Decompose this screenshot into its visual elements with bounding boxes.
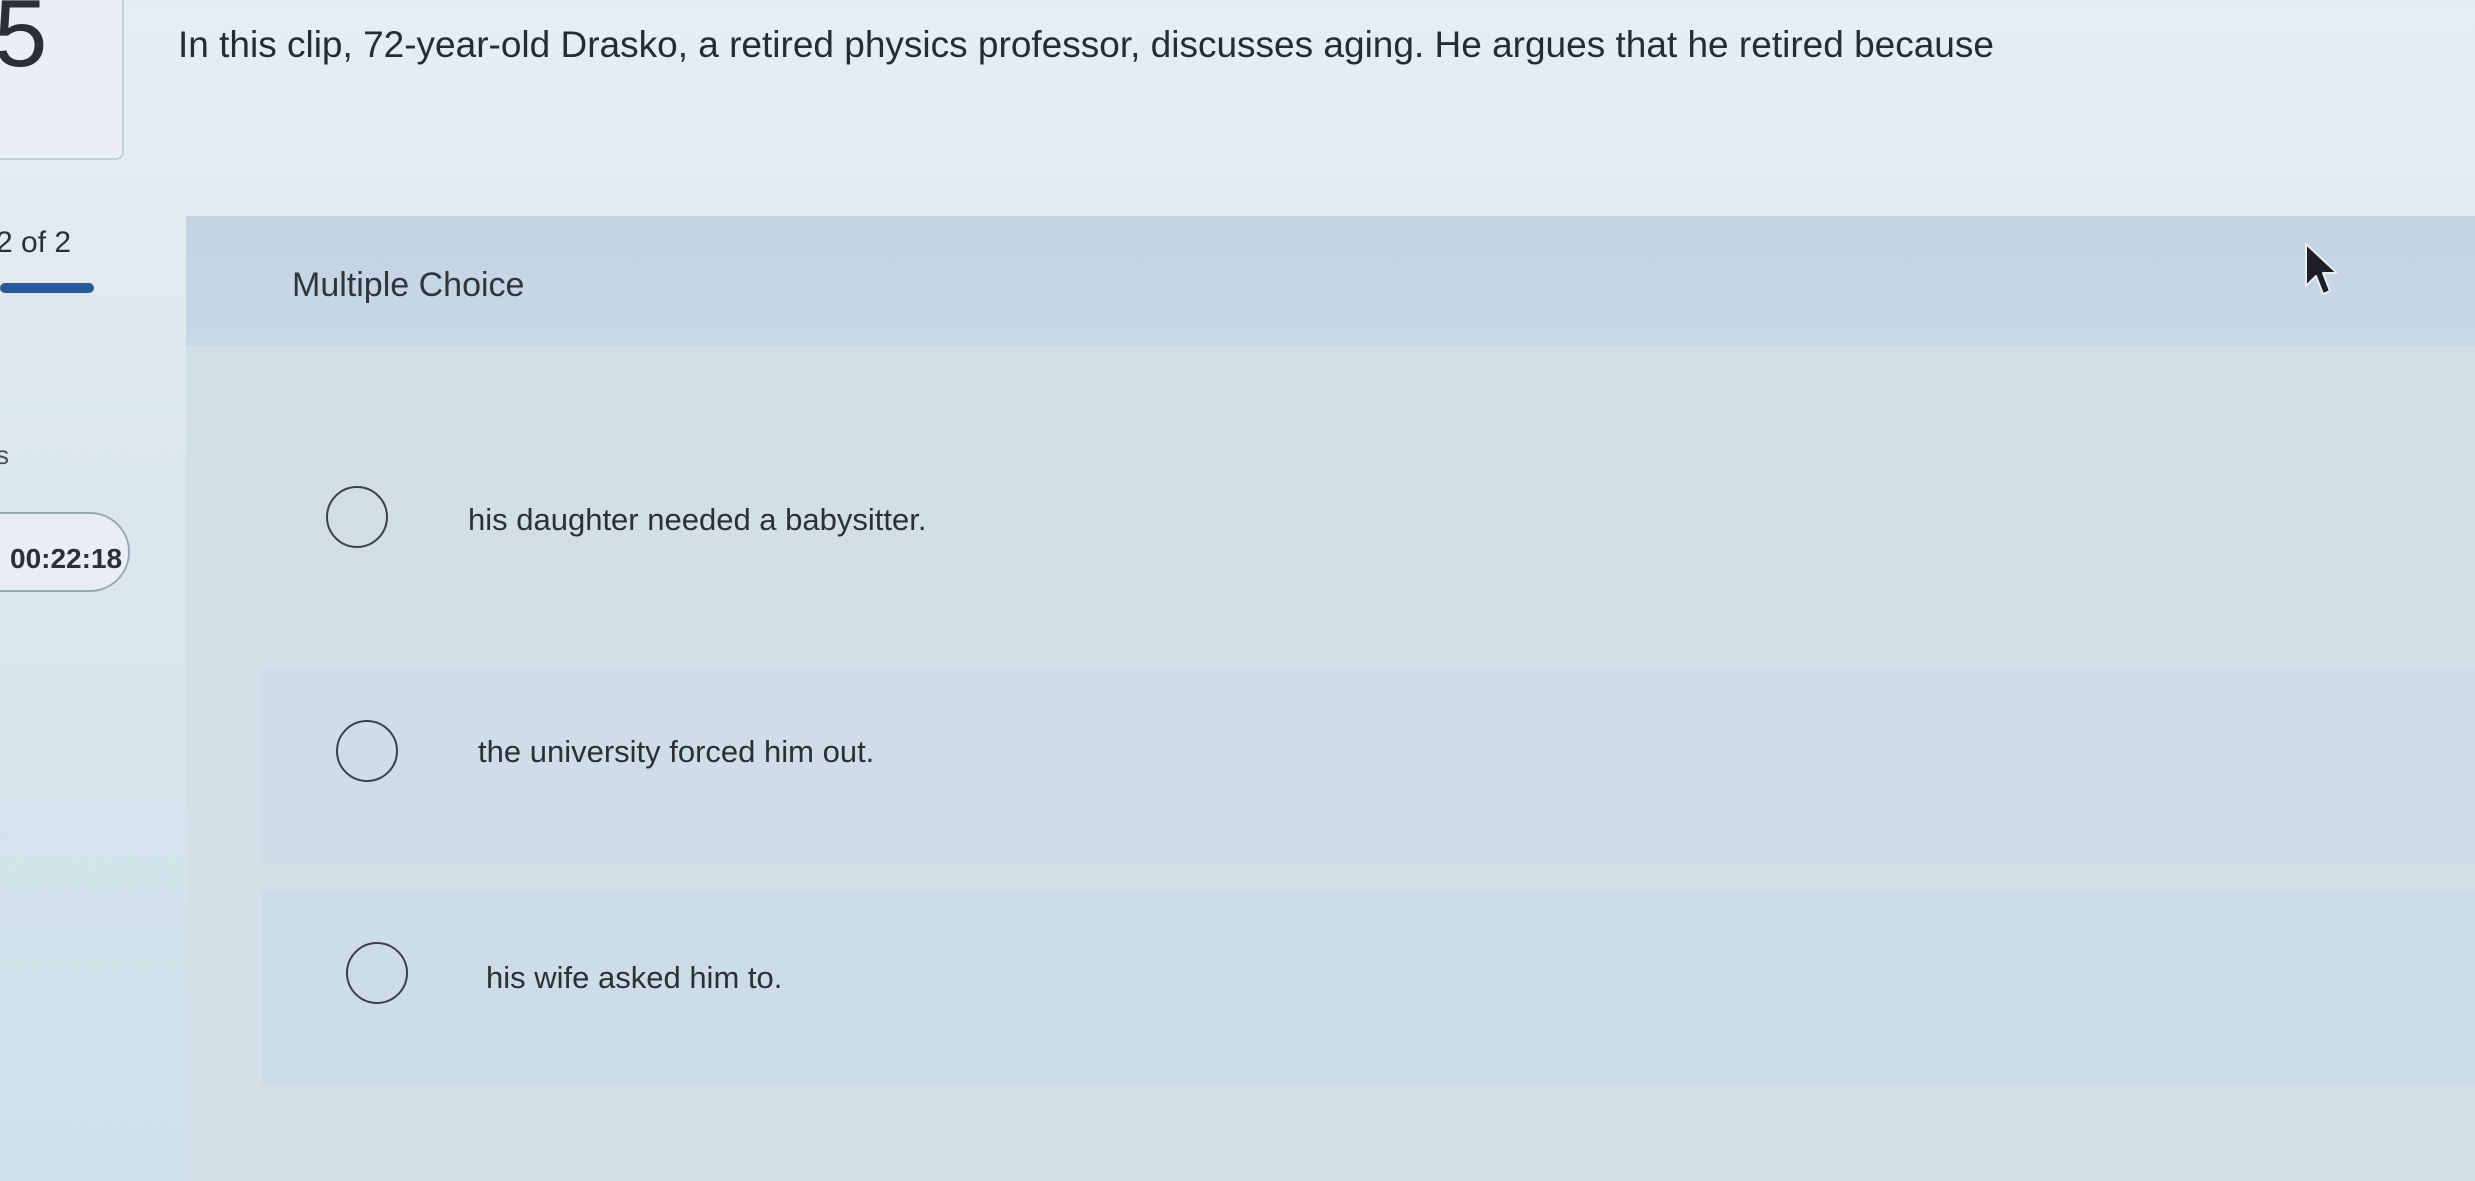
rail-label: s xyxy=(0,440,9,470)
progress-counter: 2 of 2 xyxy=(0,226,72,259)
answer-option-3[interactable]: his wife asked him to. xyxy=(262,890,2475,1086)
answer-option-label: his wife asked him to. xyxy=(486,960,783,995)
panel-header xyxy=(186,216,2475,346)
timer-text: 00:22:18 xyxy=(10,543,123,574)
progress-bar-fill xyxy=(0,283,94,293)
answer-option-label: the university forced him out. xyxy=(478,734,875,769)
question-number: 5 xyxy=(0,0,48,87)
mouse-pointer-icon xyxy=(2305,243,2338,295)
question-prompt: In this clip, 72-year-old Drasko, a reti… xyxy=(178,24,1994,65)
radio-empty-icon[interactable] xyxy=(336,720,398,782)
question-type-title: Multiple Choice xyxy=(292,266,525,304)
radio-empty-icon[interactable] xyxy=(346,942,408,1004)
answer-option-label: his daughter needed a babysitter. xyxy=(468,502,927,537)
radio-empty-icon[interactable] xyxy=(326,486,388,548)
answer-option-1[interactable]: his daughter needed a babysitter. xyxy=(262,436,2475,632)
progress-bar xyxy=(0,283,94,293)
answer-option-2[interactable]: the university forced him out. xyxy=(262,668,2475,864)
